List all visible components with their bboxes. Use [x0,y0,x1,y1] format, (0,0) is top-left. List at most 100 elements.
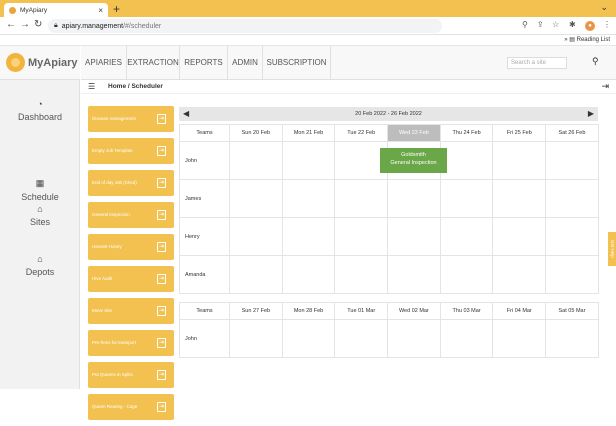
drag-icon: ⇥ [157,402,166,412]
schedule-cell[interactable] [229,141,283,180]
new-tab-button[interactable]: + [113,2,120,16]
schedule-cell[interactable] [492,217,547,256]
schedule-cell[interactable] [545,179,599,218]
next-week-icon[interactable]: ▶ [588,107,594,121]
job-template[interactable]: Pre-frees for transport ⇥ [88,330,174,356]
job-template[interactable]: End of day Job (Shed) ⇥ [88,170,174,196]
schedule-cell[interactable] [334,319,389,358]
back-icon[interactable]: ← [6,19,16,30]
close-tab-icon[interactable]: × [98,6,103,15]
hamburger-icon[interactable]: ☰ [88,82,95,91]
schedule-cell[interactable] [281,141,336,180]
schedule-cell[interactable] [334,255,389,294]
schedule-cell[interactable] [492,179,547,218]
scheduled-event[interactable]: Goldsmith General Inspection [380,148,447,173]
schedule-cell[interactable] [545,141,599,180]
browser-tab[interactable]: MyApiary × [4,3,108,17]
forward-icon[interactable]: → [20,19,30,30]
job-label: End of day Job (Shed) [92,180,137,185]
schedule-cell[interactable] [281,217,336,256]
column-header: Sun 20 Feb [229,124,283,142]
schedule-cell[interactable] [281,255,336,294]
location-icon[interactable]: ⚲ [522,20,528,29]
column-header: Teams [179,124,230,142]
prev-week-icon[interactable]: ◀ [183,107,189,121]
tab-search-icon[interactable]: ⌄ [600,2,608,13]
get-help-tab[interactable]: Get Help [608,232,616,266]
schedule-cell[interactable] [545,319,599,358]
sidebar-item-depots[interactable]: ⌂ Depots [0,254,80,277]
schedule-cell[interactable] [492,141,547,180]
job-label: Queen Rearing - Cage [92,404,138,409]
schedule-cell[interactable] [545,255,599,294]
extensions-icon[interactable]: ✱ [569,20,576,29]
job-template[interactable]: Put Queens in Splits ⇥ [88,362,174,388]
table-row: John [179,319,599,358]
drag-icon: ⇥ [157,114,166,124]
logout-icon[interactable]: ⇥ [601,81,609,92]
schedule-cell[interactable] [387,255,441,294]
column-header: Sat 05 Mar [545,302,599,320]
nav-reports[interactable]: REPORTS [180,46,228,80]
week-range: 20 Feb 2022 - 26 Feb 2022 [355,111,422,117]
job-template[interactable]: Empty Job Template ⇥ [88,138,174,164]
sidebar-item-dashboard[interactable]: ◔ Dashboard [0,99,80,122]
profile-avatar[interactable]: ● [585,21,595,31]
nav-admin[interactable]: ADMIN [228,46,263,80]
job-label: Disease management [92,116,136,121]
schedule-cell[interactable] [229,179,283,218]
schedule-cell[interactable] [229,217,283,256]
sidebar-item-label: Dashboard [17,112,63,122]
nav-subscription[interactable]: SUBSCRIPTION [263,46,331,80]
column-header: Tue 22 Feb [334,124,389,142]
sidebar-item-label: Sites [29,217,50,227]
drag-icon: ⇥ [157,306,166,316]
job-template[interactable]: Harvest Honey ⇥ [88,234,174,260]
app-logo[interactable]: MyApiary [0,46,80,80]
schedule-cell[interactable] [492,255,547,294]
schedule-cell[interactable] [229,255,283,294]
schedule-cell[interactable] [492,319,547,358]
drag-icon: ⇥ [157,370,166,380]
nav-apiaries[interactable]: APIARIES [81,46,127,80]
schedule-cell[interactable] [439,141,494,180]
job-template[interactable]: Queen Rearing - Cage ⇥ [88,394,174,420]
schedule-cell[interactable] [281,319,336,358]
sidebar-item-sites[interactable]: ⌂ Sites [0,204,80,227]
drag-icon: ⇥ [157,210,166,220]
schedule-cell[interactable] [545,217,599,256]
schedule-cell[interactable] [334,179,389,218]
reading-list-button[interactable]: » ▤ Reading List [564,36,610,43]
schedule-cell[interactable] [387,319,441,358]
job-template[interactable]: Hive Audit ⇥ [88,266,174,292]
schedule-cell[interactable] [439,217,494,256]
column-header: Thu 03 Mar [439,302,494,320]
job-template[interactable]: Move Site ⇥ [88,298,174,324]
event-site: Goldsmith [401,152,426,158]
schedule-cell[interactable] [229,319,283,358]
url-field[interactable]: 🔒︎ apiary.management/#/scheduler [48,19,442,33]
job-template[interactable]: Disease management ⇥ [88,106,174,132]
share-icon[interactable]: ⇪ [537,20,544,29]
schedule-cell[interactable] [387,179,441,218]
menu-icon[interactable]: ⋮ [603,20,611,29]
team-name: Amanda [179,255,230,294]
column-header: Sat 26 Feb [545,124,599,142]
schedule-cell[interactable] [439,179,494,218]
reload-icon[interactable]: ↻ [34,19,42,30]
job-label: Hive Audit [92,276,113,281]
search-input[interactable]: Search a site [507,57,567,69]
schedule-cell[interactable] [439,255,494,294]
nav-extraction[interactable]: EXTRACTION [127,46,180,80]
job-template[interactable]: General Inspection ⇥ [88,202,174,228]
sidebar: MyApiary ◔ Dashboard ▦ Schedule ⌂ Sites … [0,46,80,389]
schedule-cell[interactable] [334,217,389,256]
schedule-cell[interactable] [439,319,494,358]
schedule-cell[interactable] [281,179,336,218]
drag-icon: ⇥ [157,146,166,156]
schedule-cell[interactable] [387,217,441,256]
sidebar-item-schedule[interactable]: ▦ Schedule [0,178,80,202]
star-icon[interactable]: ☆ [552,20,559,29]
search-icon[interactable]: ⚲ [592,56,599,67]
column-header: Tue 01 Mar [334,302,389,320]
